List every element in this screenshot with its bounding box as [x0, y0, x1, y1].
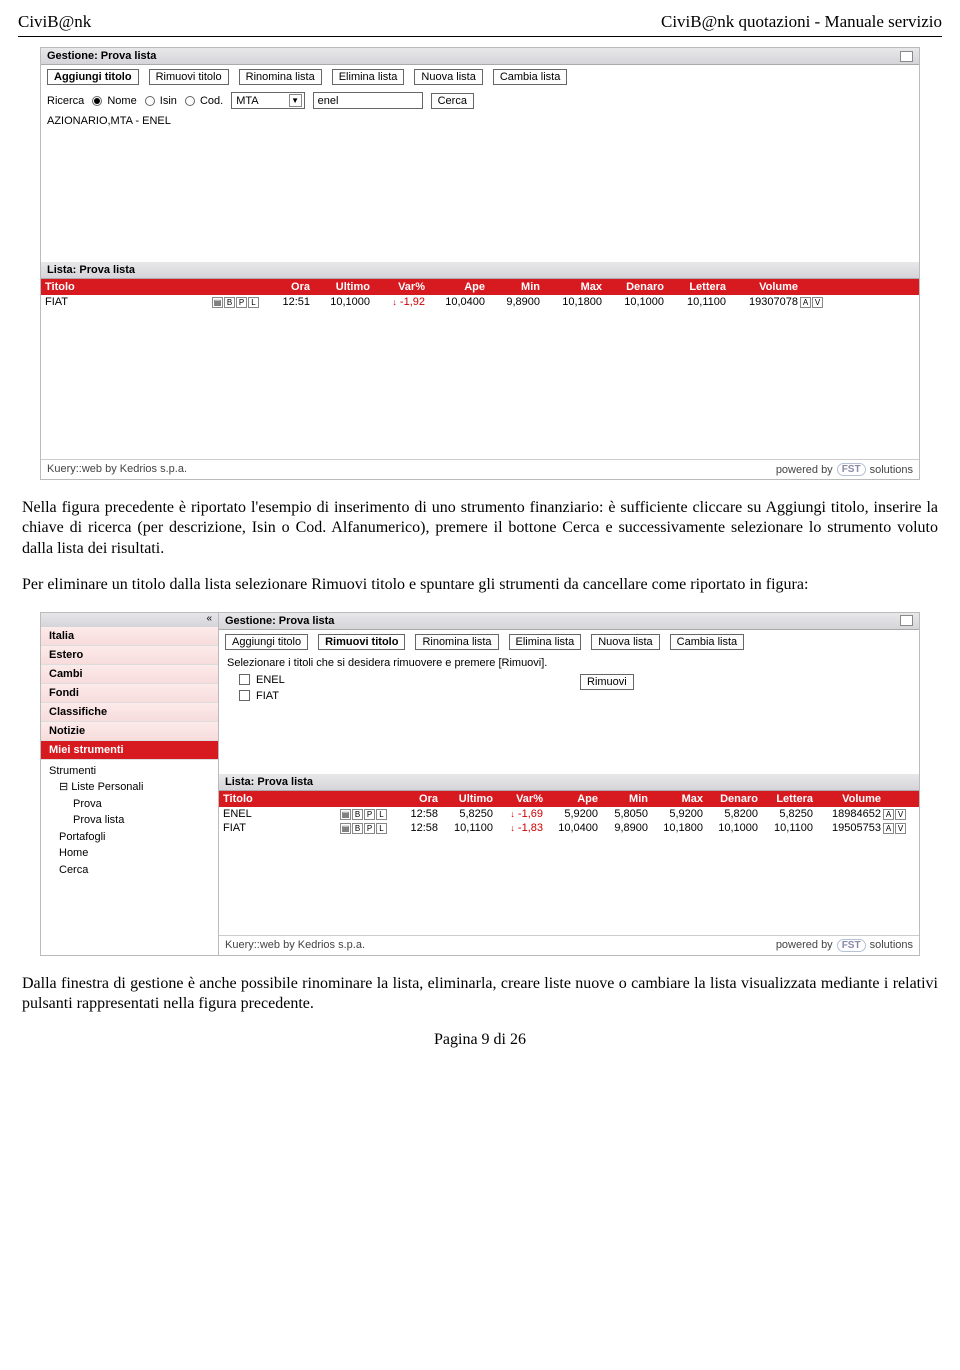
a-icon[interactable]: A [883, 823, 894, 834]
panel-footer: Kuery::web by Kedrios s.p.a. powered byF… [41, 459, 919, 479]
b-icon[interactable]: B [352, 823, 363, 834]
a-icon[interactable]: A [883, 809, 894, 820]
panel-footer-2: Kuery::web by Kedrios s.p.a. powered byF… [219, 935, 919, 955]
v-icon[interactable]: V [895, 823, 906, 834]
figure-2: « Italia Estero Cambi Fondi Classifiche … [40, 612, 920, 956]
sidebar-item-estero[interactable]: Estero [41, 646, 218, 665]
l-icon[interactable]: L [376, 809, 387, 820]
check-enel[interactable]: ENEL [239, 674, 285, 686]
b-icon[interactable]: B [352, 809, 363, 820]
down-arrow-icon: ↓ [510, 823, 515, 833]
tree-cerca[interactable]: Cerca [49, 862, 210, 879]
tree-strumenti[interactable]: Strumenti [49, 763, 210, 780]
tree-portafogli[interactable]: Portafogli [49, 829, 210, 846]
chart-icon[interactable]: ▤ [340, 823, 351, 834]
l-icon[interactable]: L [376, 823, 387, 834]
sidebar-collapse[interactable]: « [41, 613, 218, 627]
table-header: Titolo Ora Ultimo Var% Ape Min Max Denar… [41, 279, 919, 295]
lista-title: Lista: Prova lista [47, 264, 135, 276]
a-icon[interactable]: A [800, 297, 811, 308]
chevron-down-icon: ▼ [289, 94, 302, 107]
rimuovi-titolo-button[interactable]: Rimuovi titolo [318, 634, 405, 650]
rimuovi-titolo-button[interactable]: Rimuovi titolo [149, 69, 229, 85]
tree-prova-lista[interactable]: Prova lista [49, 812, 210, 829]
l-icon[interactable]: L [248, 297, 259, 308]
doc-header-left: CiviB@nk [18, 12, 91, 32]
rinomina-lista-button[interactable]: Rinomina lista [415, 634, 498, 650]
search-label: Ricerca [47, 95, 84, 107]
search-results: AZIONARIO,MTA - ENEL [41, 112, 919, 262]
down-arrow-icon: ↓ [392, 297, 397, 307]
figure-1: Gestione: Prova lista Aggiungi titolo Ri… [40, 47, 920, 480]
powered-by: powered byFSTsolutions [776, 463, 913, 476]
check-fiat[interactable]: FIAT [239, 690, 285, 702]
p-icon[interactable]: P [364, 809, 375, 820]
lista-titlebar: Lista: Prova lista [41, 262, 919, 279]
tree-prova[interactable]: Prova [49, 796, 210, 813]
sidebar-item-miei-strumenti[interactable]: Miei strumenti [41, 741, 218, 760]
table-row[interactable]: FIAT ▤BPL 12:51 10,1000 ↓ -1,92 10,0400 … [41, 295, 919, 309]
v-icon[interactable]: V [895, 809, 906, 820]
rimuovi-button[interactable]: Rimuovi [580, 674, 634, 690]
cambia-lista-button[interactable]: Cambia lista [670, 634, 745, 650]
elimina-lista-button[interactable]: Elimina lista [509, 634, 582, 650]
aggiungi-titolo-button[interactable]: Aggiungi titolo [47, 69, 139, 85]
radio-cod[interactable] [185, 96, 195, 106]
search-input[interactable]: enel [313, 92, 423, 109]
minimize-icon[interactable] [900, 51, 913, 62]
table-header-2: Titolo Ora Ultimo Var% Ape Min Max Denar… [219, 791, 919, 807]
rinomina-lista-button[interactable]: Rinomina lista [239, 69, 322, 85]
p-icon[interactable]: P [364, 823, 375, 834]
down-arrow-icon: ↓ [510, 809, 515, 819]
footer-credit: Kuery::web by Kedrios s.p.a. [47, 463, 187, 476]
p-icon[interactable]: P [236, 297, 247, 308]
tree-home[interactable]: Home [49, 845, 210, 862]
doc-header: CiviB@nk CiviB@nk quotazioni - Manuale s… [18, 12, 942, 32]
gestione-title: Gestione: Prova lista [47, 50, 156, 62]
result-row[interactable]: AZIONARIO,MTA - ENEL [45, 114, 915, 128]
gestione-toolbar: Aggiungi titolo Rimuovi titolo Rinomina … [41, 65, 919, 89]
gestione-titlebar: Gestione: Prova lista [41, 48, 919, 65]
lista-titlebar-2: Lista: Prova lista [219, 774, 919, 791]
header-rule [18, 36, 942, 37]
tree-liste-personali[interactable]: ⊟ Liste Personali [49, 779, 210, 796]
page-number: Pagina 9 di 26 [18, 1031, 942, 1049]
sidebar-item-fondi[interactable]: Fondi [41, 684, 218, 703]
radio-isin[interactable] [145, 96, 155, 106]
radio-nome[interactable] [92, 96, 102, 106]
paragraph-1: Nella figura precedente è riportato l'es… [22, 498, 938, 559]
paragraph-2: Per eliminare un titolo dalla lista sele… [22, 575, 938, 595]
row-icons: ▤BPL [205, 296, 260, 308]
market-select[interactable]: MTA▼ [231, 92, 304, 109]
gestione-toolbar-2: Aggiungi titolo Rimuovi titolo Rinomina … [219, 630, 919, 654]
sidebar-item-italia[interactable]: Italia [41, 627, 218, 646]
nuova-lista-button[interactable]: Nuova lista [414, 69, 482, 85]
table-row[interactable]: FIAT▤BPL12:5810,1100↓ -1,8310,04009,8900… [219, 821, 919, 835]
table-row[interactable]: ENEL▤BPL12:585,8250↓ -1,695,92005,80505,… [219, 807, 919, 821]
v-icon[interactable]: V [812, 297, 823, 308]
elimina-lista-button[interactable]: Elimina lista [332, 69, 405, 85]
sidebar-item-notizie[interactable]: Notizie [41, 722, 218, 741]
nuova-lista-button[interactable]: Nuova lista [591, 634, 659, 650]
cambia-lista-button[interactable]: Cambia lista [493, 69, 568, 85]
chart-icon[interactable]: ▤ [340, 809, 351, 820]
chart-icon[interactable]: ▤ [212, 297, 223, 308]
search-row: Ricerca Nome Isin Cod. MTA▼ enel Cerca [41, 89, 919, 112]
sidebar-item-cambi[interactable]: Cambi [41, 665, 218, 684]
remove-instruction: Selezionare i titoli che si desidera rim… [219, 654, 919, 672]
sidebar: « Italia Estero Cambi Fondi Classifiche … [41, 613, 219, 955]
minimize-icon[interactable] [900, 615, 913, 626]
doc-header-right: CiviB@nk quotazioni - Manuale servizio [661, 12, 942, 32]
sidebar-tree: Strumenti ⊟ Liste Personali Prova Prova … [41, 760, 218, 882]
aggiungi-titolo-button[interactable]: Aggiungi titolo [225, 634, 308, 650]
cerca-button[interactable]: Cerca [431, 93, 474, 109]
b-icon[interactable]: B [224, 297, 235, 308]
paragraph-3: Dalla finestra di gestione è anche possi… [22, 974, 938, 1015]
gestione-titlebar-2: Gestione: Prova lista [219, 613, 919, 630]
sidebar-item-classifiche[interactable]: Classifiche [41, 703, 218, 722]
